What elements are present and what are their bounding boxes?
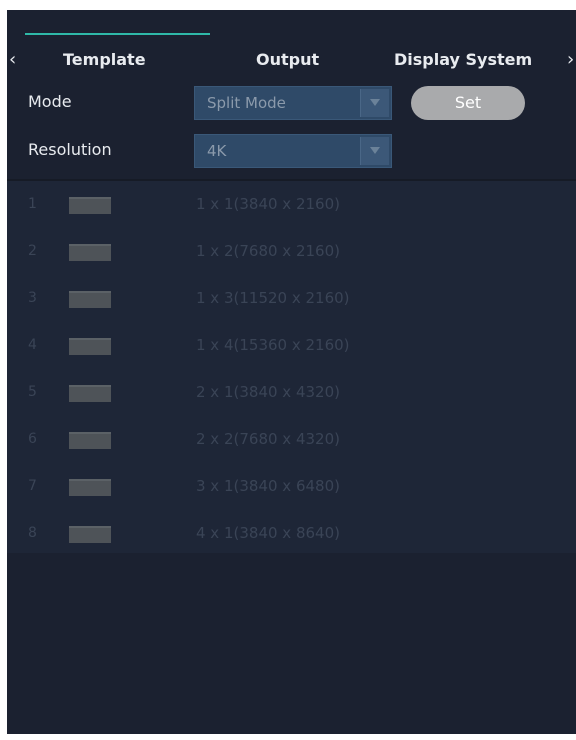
tab-bar bbox=[7, 10, 576, 45]
chevron-left-icon[interactable]: ‹ bbox=[9, 48, 16, 72]
active-tab-indicator bbox=[25, 33, 210, 35]
chevron-right-icon[interactable]: › bbox=[567, 48, 574, 72]
set-button[interactable]: Set bbox=[411, 86, 525, 120]
template-row[interactable]: 7 3 x 1(3840 x 6480) bbox=[7, 463, 576, 510]
tab-output[interactable]: Output bbox=[256, 48, 319, 72]
row-description: 2 x 1(3840 x 4320) bbox=[196, 383, 340, 401]
row-description: 2 x 2(7680 x 4320) bbox=[196, 430, 340, 448]
chevron-down-icon bbox=[370, 147, 380, 154]
mode-label: Mode bbox=[28, 92, 72, 111]
template-row[interactable]: 1 1 x 1(3840 x 2160) bbox=[7, 181, 576, 228]
row-index: 7 bbox=[28, 478, 37, 494]
tab-template[interactable]: Template bbox=[63, 48, 146, 72]
row-index: 3 bbox=[28, 290, 37, 306]
template-thumbnail-icon bbox=[69, 197, 111, 214]
template-thumbnail-icon bbox=[69, 479, 111, 496]
mode-dropdown-button[interactable] bbox=[360, 89, 389, 117]
template-list: 1 1 x 1(3840 x 2160) 2 1 x 2(7680 x 2160… bbox=[7, 181, 576, 553]
row-description: 4 x 1(3840 x 8640) bbox=[196, 524, 340, 542]
template-row[interactable]: 3 1 x 3(11520 x 2160) bbox=[7, 275, 576, 322]
template-thumbnail-icon bbox=[69, 244, 111, 261]
template-panel: ‹ Template Output Display System › Mode … bbox=[7, 10, 576, 734]
template-row[interactable]: 6 2 x 2(7680 x 4320) bbox=[7, 416, 576, 463]
resolution-select[interactable]: 4K bbox=[194, 134, 392, 168]
row-description: 1 x 2(7680 x 2160) bbox=[196, 242, 340, 260]
resolution-select-value: 4K bbox=[207, 142, 227, 160]
template-thumbnail-icon bbox=[69, 526, 111, 543]
row-index: 8 bbox=[28, 525, 37, 541]
template-row[interactable]: 2 1 x 2(7680 x 2160) bbox=[7, 228, 576, 275]
template-thumbnail-icon bbox=[69, 385, 111, 402]
row-index: 2 bbox=[28, 243, 37, 259]
template-thumbnail-icon bbox=[69, 338, 111, 355]
chevron-down-icon bbox=[370, 99, 380, 106]
row-description: 1 x 1(3840 x 2160) bbox=[196, 195, 340, 213]
row-description: 3 x 1(3840 x 6480) bbox=[196, 477, 340, 495]
template-row[interactable]: 5 2 x 1(3840 x 4320) bbox=[7, 369, 576, 416]
row-index: 1 bbox=[28, 196, 37, 212]
row-index: 4 bbox=[28, 337, 37, 353]
row-description: 1 x 3(11520 x 2160) bbox=[196, 289, 350, 307]
row-description: 1 x 4(15360 x 2160) bbox=[196, 336, 350, 354]
row-index: 6 bbox=[28, 431, 37, 447]
template-thumbnail-icon bbox=[69, 432, 111, 449]
tab-display-system[interactable]: Display System bbox=[394, 48, 532, 72]
template-thumbnail-icon bbox=[69, 291, 111, 308]
mode-select-value: Split Mode bbox=[207, 94, 286, 112]
template-row[interactable]: 8 4 x 1(3840 x 8640) bbox=[7, 510, 576, 557]
row-index: 5 bbox=[28, 384, 37, 400]
resolution-dropdown-button[interactable] bbox=[360, 137, 389, 165]
mode-select[interactable]: Split Mode bbox=[194, 86, 392, 120]
template-row[interactable]: 4 1 x 4(15360 x 2160) bbox=[7, 322, 576, 369]
resolution-label: Resolution bbox=[28, 140, 112, 159]
